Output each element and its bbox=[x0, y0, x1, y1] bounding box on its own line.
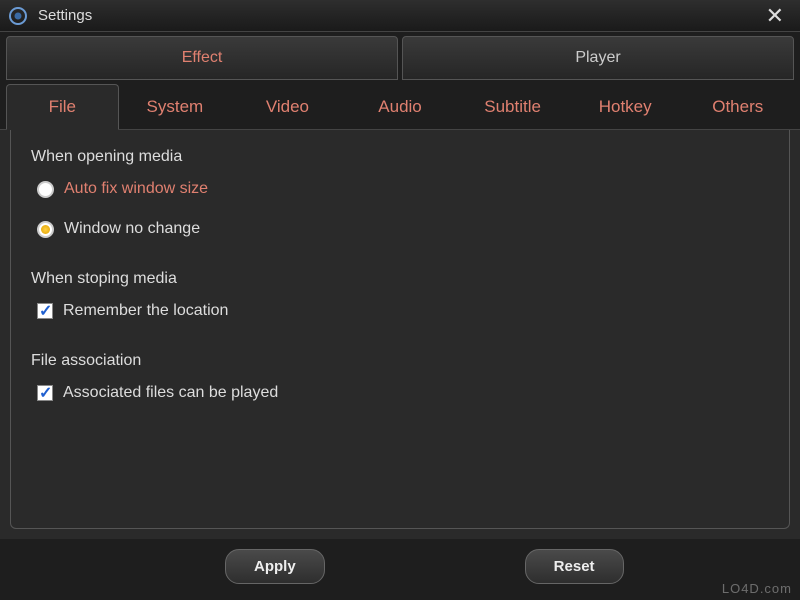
checkbox-remember[interactable] bbox=[37, 303, 53, 319]
label-remember: Remember the location bbox=[63, 302, 228, 320]
window-title: Settings bbox=[38, 7, 758, 24]
label-no-change: Window no change bbox=[64, 220, 200, 238]
checkbox-associated[interactable] bbox=[37, 385, 53, 401]
reset-button[interactable]: Reset bbox=[525, 549, 624, 584]
section-association-label: File association bbox=[31, 352, 769, 370]
sub-tabs: File System Video Audio Subtitle Hotkey … bbox=[0, 80, 800, 130]
option-remember: Remember the location bbox=[37, 302, 769, 320]
option-auto-fix: Auto fix window size bbox=[37, 180, 769, 198]
tab-effect[interactable]: Effect bbox=[6, 36, 398, 80]
tab-audio[interactable]: Audio bbox=[344, 84, 457, 129]
apply-button[interactable]: Apply bbox=[225, 549, 325, 584]
section-stopping-label: When stoping media bbox=[31, 270, 769, 288]
file-settings-panel: When opening media Auto fix window size … bbox=[10, 130, 790, 529]
option-no-change: Window no change bbox=[37, 220, 769, 238]
radio-no-change[interactable] bbox=[37, 221, 54, 238]
close-icon[interactable]: ✕ bbox=[758, 3, 792, 29]
tab-system[interactable]: System bbox=[119, 84, 232, 129]
section-opening-label: When opening media bbox=[31, 148, 769, 166]
settings-window: Settings ✕ Effect Player File System Vid… bbox=[0, 0, 800, 600]
tab-subtitle[interactable]: Subtitle bbox=[456, 84, 569, 129]
app-icon bbox=[8, 6, 28, 26]
titlebar: Settings ✕ bbox=[0, 0, 800, 32]
tab-hotkey[interactable]: Hotkey bbox=[569, 84, 682, 129]
tab-video[interactable]: Video bbox=[231, 84, 344, 129]
label-auto-fix: Auto fix window size bbox=[64, 180, 208, 198]
button-bar: Apply Reset bbox=[0, 539, 800, 600]
label-associated: Associated files can be played bbox=[63, 384, 278, 402]
radio-auto-fix[interactable] bbox=[37, 181, 54, 198]
tab-others[interactable]: Others bbox=[681, 84, 794, 129]
watermark: LO4D.com bbox=[722, 581, 792, 596]
tab-file[interactable]: File bbox=[6, 84, 119, 130]
option-associated: Associated files can be played bbox=[37, 384, 769, 402]
main-tabs: Effect Player bbox=[0, 32, 800, 80]
tab-player[interactable]: Player bbox=[402, 36, 794, 80]
